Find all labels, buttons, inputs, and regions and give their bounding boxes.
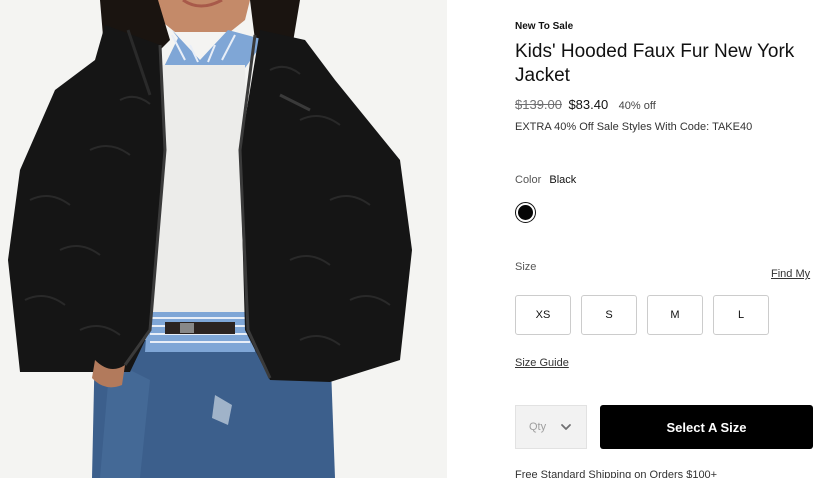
- size-option-l[interactable]: L: [713, 295, 769, 335]
- discount-percent: 40% off: [618, 100, 656, 112]
- color-value: Black: [549, 174, 577, 186]
- select-a-size-button[interactable]: Select A Size: [600, 405, 813, 449]
- find-my-size-link[interactable]: Find My: [771, 268, 810, 280]
- product-image: [0, 0, 447, 478]
- product-details: New To Sale Kids' Hooded Faux Fur New Yo…: [515, 0, 813, 478]
- quantity-placeholder: Qty: [529, 421, 547, 433]
- promo-message: EXTRA 40% Off Sale Styles With Code: TAK…: [515, 121, 753, 133]
- product-page: New To Sale Kids' Hooded Faux Fur New Yo…: [0, 0, 813, 478]
- color-label: Color: [515, 174, 542, 186]
- size-label: Size: [515, 261, 537, 273]
- chevron-down-icon: [560, 421, 572, 436]
- size-option-s[interactable]: S: [581, 295, 637, 335]
- price-row: $139.00 $83.40 40% off: [515, 96, 656, 114]
- size-guide-link[interactable]: Size Guide: [515, 357, 569, 369]
- jacket-photo-illustration: [0, 0, 447, 478]
- sale-badge: New To Sale: [515, 21, 574, 32]
- sale-price: $83.40: [568, 97, 609, 112]
- shipping-note: Free Standard Shipping on Orders $100+: [515, 469, 718, 478]
- size-option-m[interactable]: M: [647, 295, 703, 335]
- color-swatch-black[interactable]: [515, 202, 536, 223]
- color-row: Color Black: [515, 174, 576, 186]
- product-title: Kids' Hooded Faux Fur New York Jacket: [515, 41, 795, 86]
- original-price: $139.00: [515, 97, 562, 112]
- color-swatch-fill: [518, 205, 533, 220]
- size-option-xs[interactable]: XS: [515, 295, 571, 335]
- quantity-select[interactable]: Qty: [515, 405, 587, 449]
